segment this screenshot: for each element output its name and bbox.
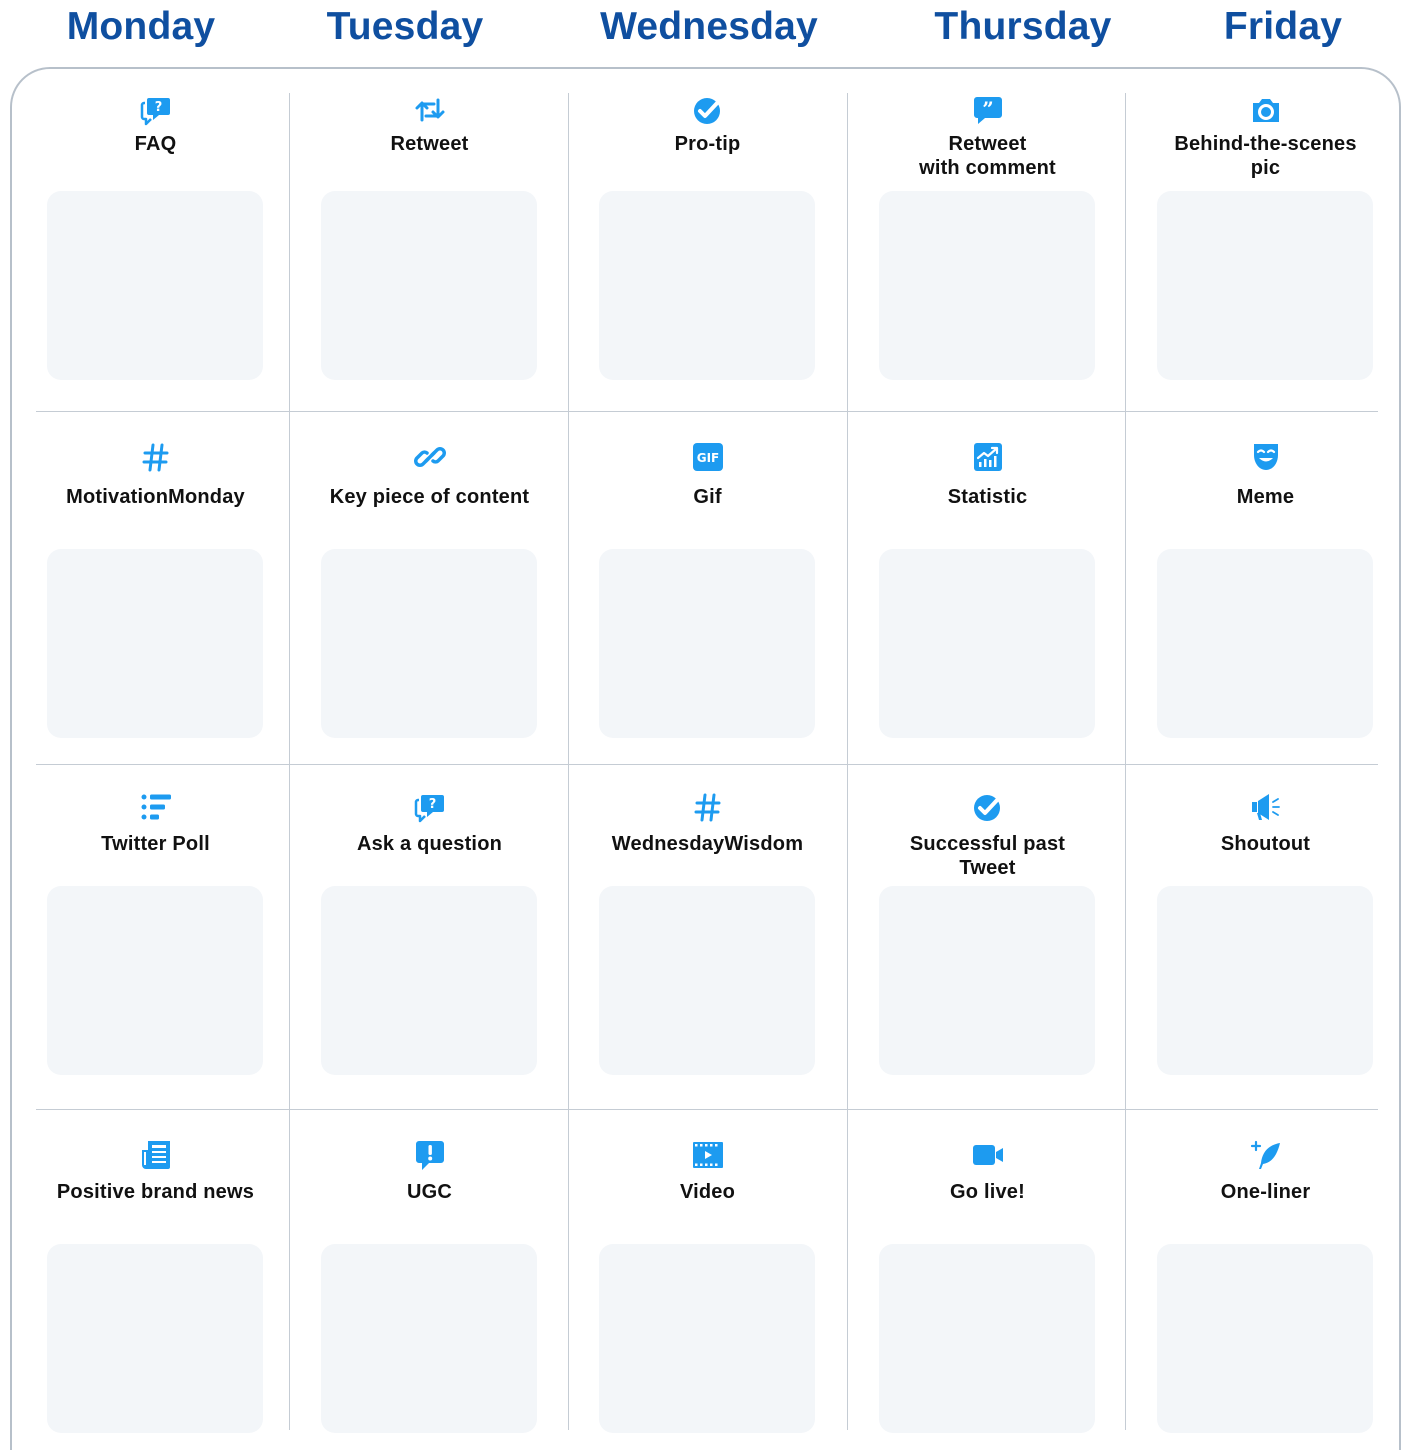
row-divider [36,1109,1378,1110]
svg-text:”: ” [982,97,994,121]
post-placeholder-card[interactable] [47,549,263,738]
gif-icon: GIF [691,441,725,473]
svg-text:?: ? [428,797,436,812]
content-type-label: Behind-the-scenes pic [1174,133,1357,179]
column-divider [1125,93,1126,1430]
content-type-label: Gif [693,486,722,508]
day-heading-wednesday: Wednesday [600,5,818,48]
post-placeholder-card[interactable] [879,549,1095,738]
day-headings: Monday Tuesday Wednesday Thursday Friday [0,0,1405,62]
content-type-label: FAQ [134,133,177,155]
day-heading-tuesday: Tuesday [326,5,484,48]
quote-bubble-icon: ” [971,94,1005,126]
post-placeholder-card[interactable] [1157,886,1373,1075]
row-divider [36,411,1378,412]
check-badge-icon [971,791,1005,823]
post-placeholder-card[interactable] [599,886,815,1075]
column-divider [847,93,848,1430]
content-type-label: Retweet with comment [919,133,1056,179]
post-placeholder-card[interactable] [879,1244,1095,1433]
content-type-label: MotivationMonday [66,486,245,508]
post-placeholder-card[interactable] [879,191,1095,380]
mask-icon [1249,441,1283,473]
post-placeholder-card[interactable] [321,191,537,380]
hashtag-icon [691,791,725,823]
svg-text:?: ? [154,100,162,115]
post-placeholder-card[interactable] [1157,191,1373,380]
day-heading-monday: Monday [66,5,216,48]
post-placeholder-card[interactable] [47,191,263,380]
post-placeholder-card[interactable] [321,1244,537,1433]
content-type-label: Go live! [950,1181,1025,1203]
post-placeholder-card[interactable] [47,1244,263,1433]
post-placeholder-card[interactable] [879,886,1095,1075]
column-divider [568,93,569,1430]
content-type-label: Key piece of content [329,486,530,508]
content-type-label: Positive brand news [56,1181,255,1203]
row-divider [36,764,1378,765]
megaphone-icon [1249,791,1283,823]
post-placeholder-card[interactable] [1157,549,1373,738]
content-type-label: UGC [406,1181,453,1203]
column-divider [289,93,290,1430]
retweet-icon [413,94,447,126]
post-placeholder-card[interactable] [599,191,815,380]
content-type-label: Twitter Poll [101,833,210,855]
day-heading-friday: Friday [1223,5,1343,48]
content-type-label: One-liner [1220,1181,1311,1203]
chart-icon [971,441,1005,473]
svg-text:GIF: GIF [696,451,719,465]
post-placeholder-card[interactable] [47,886,263,1075]
content-type-label: Shoutout [1220,833,1311,855]
post-placeholder-card[interactable] [599,549,815,738]
link-icon [413,441,447,473]
video-camera-icon [971,1139,1005,1171]
camera-icon [1249,94,1283,126]
content-type-label: Video [679,1181,736,1203]
day-heading-thursday: Thursday [934,5,1112,48]
poll-icon [139,791,173,823]
newspaper-icon [139,1139,173,1171]
exclamation-bubble-icon [413,1139,447,1171]
post-placeholder-card[interactable] [321,886,537,1075]
content-type-label: Meme [1236,486,1295,508]
check-badge-icon [691,94,725,126]
hashtag-icon [139,441,173,473]
content-type-label: Pro-tip [674,133,741,155]
content-type-label: Successful past Tweet [909,833,1066,879]
content-type-label: Ask a question [356,833,503,855]
question-bubble-icon: ? [413,791,447,823]
post-placeholder-card[interactable] [599,1244,815,1433]
film-icon [691,1139,725,1171]
content-type-label: Statistic [947,486,1028,508]
content-type-label: Retweet [390,133,469,155]
post-placeholder-card[interactable] [321,549,537,738]
quill-icon [1249,1139,1283,1171]
question-bubble-icon: ? [139,94,173,126]
content-type-label: WednesdayWisdom [611,833,804,855]
post-placeholder-card[interactable] [1157,1244,1373,1433]
